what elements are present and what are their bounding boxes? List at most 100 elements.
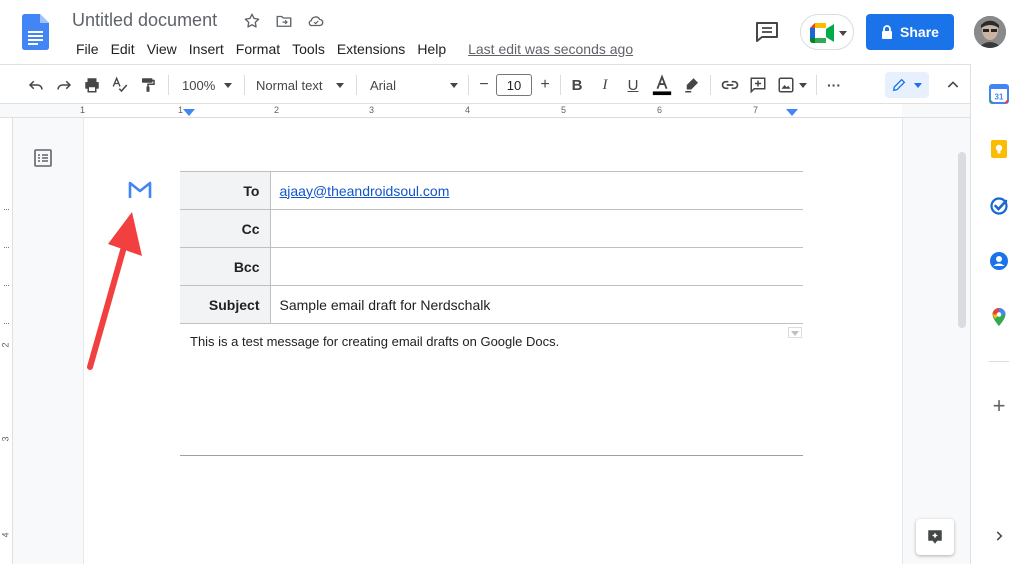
- undo-icon[interactable]: [24, 73, 48, 97]
- vertical-ruler[interactable]: ··· ··· ··· ··· 2 3 4: [0, 118, 13, 564]
- tasks-icon[interactable]: [989, 195, 1009, 215]
- editing-mode-button[interactable]: [885, 72, 929, 98]
- chevron-up-icon[interactable]: [942, 73, 964, 97]
- chevron-down-icon: [799, 82, 807, 88]
- explore-button[interactable]: [916, 519, 954, 555]
- ruler-number: 4: [0, 532, 11, 538]
- cloud-icon[interactable]: [306, 11, 326, 31]
- insert-image-button[interactable]: [774, 73, 810, 97]
- image-icon: [778, 77, 794, 93]
- underline-button[interactable]: U: [622, 73, 644, 97]
- star-icon[interactable]: [242, 11, 262, 31]
- zoom-select[interactable]: 100%: [178, 73, 236, 97]
- avatar[interactable]: [974, 16, 1006, 48]
- menu-file[interactable]: File: [70, 39, 105, 59]
- table-row: To ajaay@theandroidsoul.com: [180, 171, 803, 210]
- menu-view[interactable]: View: [141, 39, 183, 59]
- left-indent-marker[interactable]: [183, 109, 195, 116]
- bcc-label: Bcc: [180, 247, 271, 286]
- gmail-icon[interactable]: [128, 180, 152, 200]
- email-body[interactable]: This is a test message for creating emai…: [190, 334, 559, 349]
- decrease-font-size-button[interactable]: −: [474, 73, 494, 97]
- increase-font-size-button[interactable]: +: [535, 73, 555, 97]
- menu-extensions[interactable]: Extensions: [331, 39, 411, 59]
- body-dropdown-toggle[interactable]: [788, 327, 802, 338]
- maps-icon[interactable]: [989, 307, 1009, 327]
- pencil-icon: [892, 78, 906, 92]
- redo-icon[interactable]: [52, 73, 76, 97]
- comments-icon[interactable]: [754, 20, 780, 44]
- chevron-down-icon: [336, 82, 344, 88]
- lock-icon: [882, 25, 893, 39]
- ruler-number: 4: [465, 105, 471, 115]
- ruler-number: 2: [0, 342, 11, 348]
- menu-insert[interactable]: Insert: [183, 39, 230, 59]
- annotation-arrow: [87, 212, 142, 370]
- get-addons-button[interactable]: +: [989, 393, 1009, 418]
- italic-button[interactable]: I: [594, 73, 616, 97]
- chevron-down-icon: [914, 83, 922, 88]
- email-draft-table: To ajaay@theandroidsoul.com Cc Bcc Subje…: [180, 171, 803, 324]
- horizontal-ruler[interactable]: 1 1 2 3 4 5 6 7: [0, 104, 970, 118]
- share-label: Share: [900, 24, 939, 40]
- ruler-number: 7: [753, 105, 759, 115]
- ruler-dots: ···: [3, 242, 10, 252]
- move-folder-icon[interactable]: [274, 11, 294, 31]
- table-row: Cc: [180, 209, 803, 248]
- calendar-day: 31: [995, 93, 1004, 102]
- style-select[interactable]: Normal text: [252, 73, 348, 97]
- spellcheck-icon[interactable]: [108, 73, 132, 97]
- menubar: File Edit View Insert Format Tools Exten…: [70, 39, 639, 59]
- to-recipient-chip[interactable]: ajaay@theandroidsoul.com: [280, 183, 450, 199]
- ruler-number: 3: [0, 436, 11, 442]
- text-color-icon[interactable]: [650, 73, 674, 97]
- ruler-dots: ···: [3, 318, 10, 328]
- to-field[interactable]: ajaay@theandroidsoul.com: [270, 171, 803, 210]
- scrollbar-thumb[interactable]: [958, 152, 966, 328]
- print-icon[interactable]: [80, 73, 104, 97]
- highlight-icon[interactable]: [680, 73, 704, 97]
- last-edit-link[interactable]: Last edit was seconds ago: [462, 39, 639, 59]
- font-select[interactable]: Arial: [366, 73, 462, 97]
- ruler-number: 3: [369, 105, 375, 115]
- table-row: Bcc: [180, 247, 803, 286]
- ruler-number: 1: [80, 105, 86, 115]
- docs-logo-icon[interactable]: [22, 14, 49, 50]
- more-options-button[interactable]: ···: [822, 73, 846, 97]
- right-indent-marker[interactable]: [786, 109, 798, 116]
- document-title[interactable]: Untitled document: [72, 10, 217, 31]
- paint-format-icon[interactable]: [136, 73, 160, 97]
- zoom-value: 100%: [182, 77, 216, 93]
- style-value: Normal text: [256, 77, 323, 93]
- cc-field[interactable]: [270, 209, 803, 248]
- contacts-icon[interactable]: [989, 251, 1009, 271]
- font-size-input[interactable]: 10: [496, 74, 532, 96]
- meet-icon: [810, 23, 834, 43]
- menu-edit[interactable]: Edit: [105, 39, 141, 59]
- app-window: Untitled document File Edit View Insert …: [0, 0, 1026, 564]
- bcc-field[interactable]: [270, 247, 803, 286]
- chevron-down-icon: [839, 31, 847, 36]
- bold-button[interactable]: B: [566, 73, 588, 97]
- calendar-icon[interactable]: 31: [989, 84, 1009, 104]
- chevron-down-icon: [224, 82, 232, 88]
- menu-help[interactable]: Help: [411, 39, 452, 59]
- font-value: Arial: [370, 77, 397, 93]
- ruler-dots: ···: [3, 204, 10, 214]
- ruler-number: 2: [274, 105, 280, 115]
- meet-button[interactable]: [800, 14, 854, 50]
- chevron-down-icon: [450, 82, 458, 88]
- keep-icon[interactable]: [989, 139, 1009, 159]
- subject-label: Subject: [180, 285, 271, 324]
- cc-label: Cc: [180, 209, 271, 248]
- share-button[interactable]: Share: [866, 14, 954, 50]
- menu-tools[interactable]: Tools: [286, 39, 331, 59]
- outline-icon[interactable]: [33, 148, 53, 168]
- link-icon[interactable]: [718, 73, 742, 97]
- menu-format[interactable]: Format: [230, 39, 286, 59]
- add-comment-icon[interactable]: [746, 73, 770, 97]
- chevron-right-icon[interactable]: [989, 526, 1009, 546]
- header: Untitled document File Edit View Insert …: [0, 0, 1026, 64]
- subject-field[interactable]: Sample email draft for Nerdschalk: [270, 285, 803, 324]
- ruler-number: 5: [561, 105, 567, 115]
